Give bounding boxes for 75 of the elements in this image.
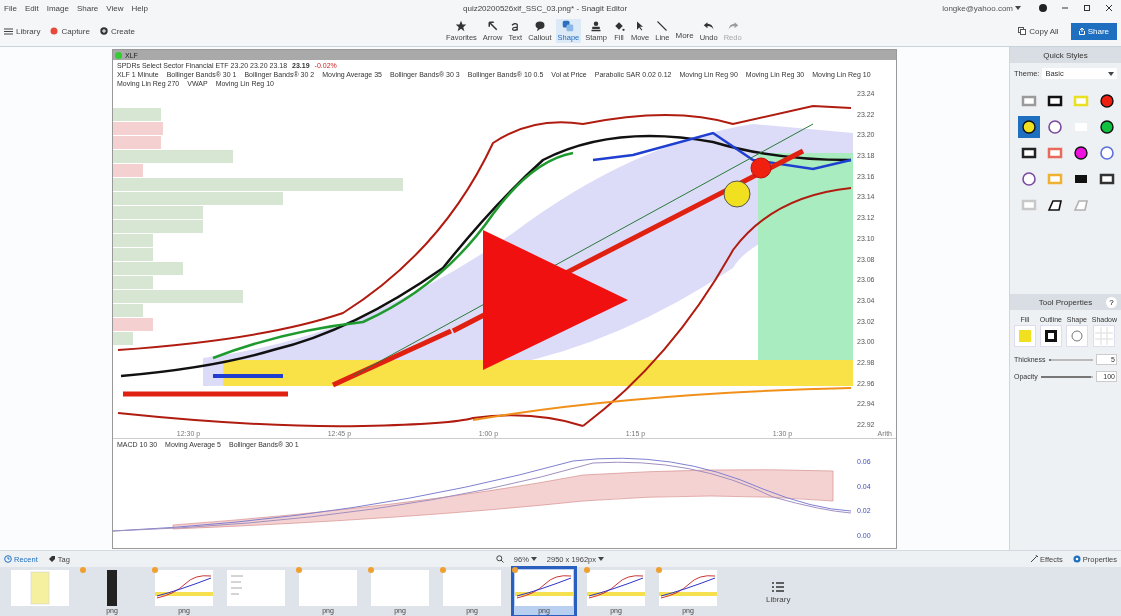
square-icon (1044, 330, 1057, 342)
copy-icon (1018, 27, 1027, 35)
gear-icon (1072, 555, 1081, 563)
info-icon[interactable] (1039, 4, 1047, 12)
tool-button[interactable]: More (673, 29, 696, 43)
style-swatch-icon (1047, 197, 1063, 213)
style-swatch-icon (1099, 119, 1115, 135)
window-title: quiz20200526xlf_SSC_03.png* - Snagit Editor (462, 3, 629, 13)
minimize-icon[interactable] (1061, 4, 1069, 12)
style-swatch-icon (1099, 171, 1115, 187)
menu-icon (4, 27, 13, 35)
style-swatch-icon (1073, 197, 1089, 213)
style-swatch-icon (1047, 93, 1063, 109)
shape-swatch[interactable] (1065, 325, 1088, 347)
circle-annotation (723, 180, 751, 208)
outline-swatch[interactable] (1039, 325, 1062, 347)
menu-item[interactable]: Image (46, 3, 69, 13)
capture-button[interactable]: Capture (50, 26, 90, 36)
thickness-slider[interactable] (1048, 358, 1093, 361)
library-button[interactable]: Library (760, 579, 797, 605)
menu-item[interactable]: Edit (24, 3, 39, 13)
share-icon (1078, 27, 1085, 35)
fill-color-icon (1018, 330, 1031, 342)
shape-icon (562, 20, 575, 32)
create-button[interactable]: Create (99, 26, 135, 36)
fill-swatch[interactable] (1013, 325, 1036, 347)
search-icon[interactable] (495, 555, 504, 563)
share-button[interactable]: Share (1070, 22, 1117, 40)
style-swatch-icon (1021, 93, 1037, 109)
library-button[interactable]: Library (4, 26, 41, 36)
restore-icon[interactable] (1083, 4, 1091, 12)
menu-item[interactable]: Help (131, 3, 148, 13)
plus-icon (99, 27, 108, 35)
chart-screenshot[interactable] (112, 49, 897, 549)
clock-icon (4, 555, 12, 563)
quick-style[interactable] (1018, 116, 1040, 138)
style-swatch-icon (1021, 119, 1037, 135)
line-icon (656, 20, 669, 32)
caret-icon (598, 557, 605, 561)
style-swatch-icon (1099, 93, 1115, 109)
account-menu[interactable]: longke@yahoo.com (942, 3, 1021, 13)
style-swatch-icon (1047, 171, 1063, 187)
list-icon (771, 580, 786, 595)
marker-line (213, 374, 283, 378)
style-swatch-icon (1021, 197, 1037, 213)
wand-icon (1030, 555, 1038, 563)
circle-icon (1070, 330, 1083, 342)
style-swatch-icon (1073, 93, 1089, 109)
style-swatch-icon (1099, 145, 1115, 161)
style-swatch-icon (1021, 171, 1037, 187)
style-swatch-icon (1073, 145, 1089, 161)
help-button[interactable]: ? (1106, 296, 1117, 308)
stamp-icon (590, 20, 603, 32)
panel-header: Quick Styles (1010, 47, 1121, 63)
copy-all-button[interactable]: Copy All (1012, 25, 1065, 37)
caret-icon (1015, 6, 1021, 10)
menu-item[interactable]: View (106, 3, 124, 13)
record-icon (50, 27, 59, 35)
grid-icon (1095, 327, 1114, 345)
caret-icon (530, 557, 537, 561)
caret-icon (1108, 71, 1114, 76)
style-swatch-icon (1047, 119, 1063, 135)
menu-item[interactable]: File (4, 3, 17, 13)
star-icon (455, 20, 468, 32)
arrow-icon (486, 20, 499, 32)
style-swatch-icon (1021, 145, 1037, 161)
panel-header: Tool Properties (1038, 297, 1093, 307)
menu-item[interactable]: Share (76, 3, 99, 13)
callout-icon (533, 20, 546, 32)
circle-annotation (750, 157, 772, 179)
style-swatch-icon (1047, 145, 1063, 161)
play-icon[interactable] (483, 230, 628, 370)
close-icon[interactable] (1105, 4, 1113, 12)
tag-icon (47, 555, 56, 563)
status-icon (115, 51, 122, 59)
